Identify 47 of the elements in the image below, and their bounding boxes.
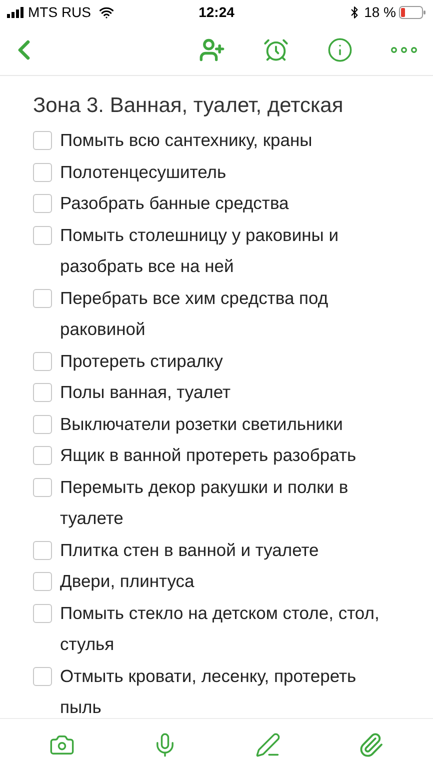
battery-percent: 18 %	[364, 2, 396, 22]
note-title: Зона 3. Ванная, туалет, детская	[33, 93, 344, 119]
task-text: Разобрать банные средства	[60, 192, 289, 215]
paperclip-icon	[358, 732, 384, 758]
task-text: Двери, плинтуса	[60, 570, 194, 593]
alarm-clock-icon	[263, 36, 289, 62]
alarm-clock-button[interactable]	[263, 36, 289, 62]
checkbox[interactable]	[33, 572, 52, 591]
task-text: Ящик в ванной протереть разобрать	[60, 444, 356, 467]
add-person-button[interactable]	[199, 36, 225, 62]
checkbox[interactable]	[33, 540, 52, 560]
signal-icon	[7, 6, 24, 18]
checkbox[interactable]	[33, 352, 52, 370]
pen-button[interactable]	[255, 732, 282, 758]
carrier-name: MTS RUS	[28, 2, 91, 22]
checkbox[interactable]	[33, 162, 52, 182]
task-text: Выключатели розетки светильники	[60, 412, 343, 436]
task-text: Помыть всю сантехнику, краны	[60, 129, 312, 152]
task-text: Полотенцесушитель	[60, 160, 226, 184]
clock-time: 12:24	[198, 2, 234, 22]
task-text: Помыть столешницу у раковины и разобрать все на ней	[60, 224, 340, 278]
checkbox[interactable]	[33, 226, 52, 244]
task-text: Плитка стен в ванной и туалете	[60, 538, 319, 562]
wifi-icon	[99, 4, 114, 20]
checkbox[interactable]	[33, 666, 52, 686]
checkbox[interactable]	[33, 288, 52, 308]
task-text: Перемыть декор ракушки и полки в туалете	[60, 476, 350, 530]
more-icon	[391, 46, 417, 52]
checkbox[interactable]	[33, 446, 52, 465]
checkbox[interactable]	[33, 383, 52, 402]
task-text: Отмыть кровати, лесенку, протереть пыль	[60, 664, 358, 718]
pen-icon	[255, 732, 282, 758]
task-text: Протереть стиралку	[60, 350, 223, 373]
checkbox[interactable]	[33, 131, 52, 150]
add-person-icon	[199, 36, 225, 62]
more-button[interactable]	[391, 46, 417, 52]
info-icon	[327, 36, 353, 62]
checkbox[interactable]	[33, 604, 52, 622]
checkbox[interactable]	[33, 478, 52, 496]
checkbox[interactable]	[33, 194, 52, 213]
attachment-button[interactable]	[358, 732, 384, 758]
task-text: Перебрать все хим средства под раковиной	[60, 286, 330, 341]
battery-icon	[399, 6, 426, 18]
checkbox[interactable]	[33, 414, 52, 434]
task-text: Помыть стекло на детском столе, стол, стулья	[60, 602, 380, 656]
info-button[interactable]	[327, 36, 353, 62]
task-text: Полы ванная, туалет	[60, 381, 231, 404]
